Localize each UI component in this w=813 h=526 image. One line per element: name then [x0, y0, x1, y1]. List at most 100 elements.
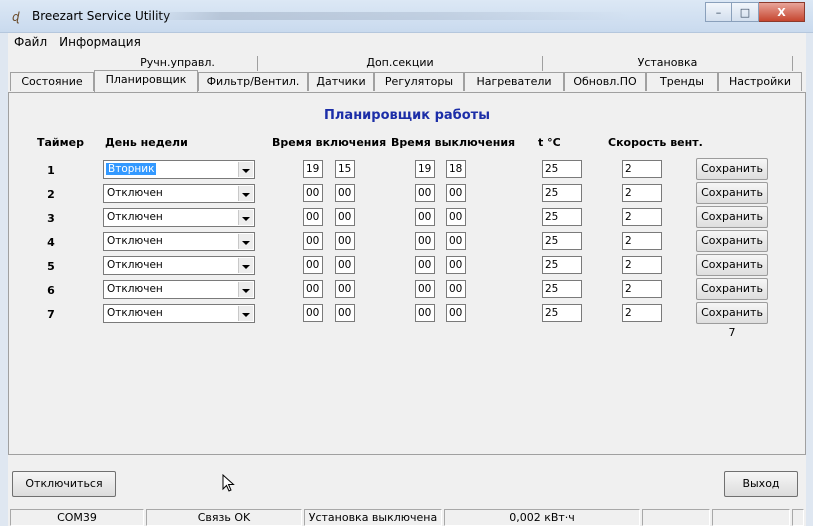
- tab-strip: Ручн.управл. Доп.секции Установка Состоя…: [8, 51, 806, 93]
- weekday-select[interactable]: Отключен: [103, 280, 255, 299]
- minimize-button[interactable]: –: [705, 2, 732, 22]
- off-hour-input[interactable]: 00: [415, 256, 435, 274]
- tab-heaters[interactable]: Нагреватели: [464, 72, 564, 91]
- temperature-input[interactable]: 25: [542, 160, 582, 178]
- chevron-down-icon[interactable]: [238, 234, 253, 249]
- off-minute-input[interactable]: 00: [446, 304, 466, 322]
- chevron-down-icon[interactable]: [238, 162, 253, 177]
- tab-status[interactable]: Состояние: [10, 72, 94, 91]
- blurred-title-area: [150, 12, 630, 20]
- tab-regulators[interactable]: Регуляторы: [374, 72, 464, 91]
- tab-trends[interactable]: Тренды: [646, 72, 718, 91]
- on-minute-input[interactable]: 15: [335, 160, 355, 178]
- off-hour-input[interactable]: 00: [415, 208, 435, 226]
- on-minute-input[interactable]: 00: [335, 304, 355, 322]
- on-minute-input[interactable]: 00: [335, 256, 355, 274]
- save-button[interactable]: Сохранить 1: [696, 158, 768, 195]
- on-minute-input[interactable]: 00: [335, 280, 355, 298]
- on-minute-input[interactable]: 00: [335, 232, 355, 250]
- fan-speed-input[interactable]: 2: [622, 208, 662, 226]
- off-hour-input[interactable]: 00: [415, 280, 435, 298]
- status-empty-2: [712, 509, 790, 526]
- off-minute-input[interactable]: 00: [446, 256, 466, 274]
- chevron-down-icon[interactable]: [238, 282, 253, 297]
- fan-speed-input[interactable]: 2: [622, 256, 662, 274]
- menu-file[interactable]: Файл: [8, 35, 53, 49]
- off-minute-input[interactable]: 00: [446, 280, 466, 298]
- weekday-value: Отключен: [107, 283, 163, 295]
- off-hour-input[interactable]: 00: [415, 304, 435, 322]
- tab-unit-settings[interactable]: Установка: [543, 56, 793, 71]
- timer-number: 7: [47, 308, 55, 321]
- off-minute-input[interactable]: 18: [446, 160, 466, 178]
- on-hour-input[interactable]: 00: [303, 256, 323, 274]
- fan-speed-input[interactable]: 2: [622, 280, 662, 298]
- fan-speed-input[interactable]: 2: [622, 160, 662, 178]
- status-energy: 0,002 кВт·ч: [444, 509, 640, 526]
- tab-filter-fan[interactable]: Фильтр/Вентил.: [198, 72, 308, 91]
- on-hour-input[interactable]: 00: [303, 280, 323, 298]
- weekday-value: Отключен: [107, 235, 163, 247]
- weekday-select[interactable]: Отключен: [103, 256, 255, 275]
- header-timer: Таймер: [37, 136, 84, 149]
- fan-speed-input[interactable]: 2: [622, 304, 662, 322]
- tab-extra-sections[interactable]: Доп.секции: [258, 56, 543, 71]
- save-button[interactable]: Сохранить 3: [696, 206, 768, 243]
- weekday-select[interactable]: Вторник: [103, 160, 255, 179]
- tab-settings[interactable]: Настройки: [718, 72, 802, 91]
- title-bar[interactable]: ɖ Breezart Service Utility – □ X: [0, 0, 813, 33]
- chevron-down-icon[interactable]: [238, 258, 253, 273]
- weekday-select[interactable]: Отключен: [103, 304, 255, 323]
- save-button[interactable]: Сохранить 6: [696, 278, 768, 315]
- header-temperature: t °C: [538, 136, 561, 149]
- tab-manual-control[interactable]: Ручн.управл.: [98, 56, 258, 71]
- save-button[interactable]: Сохранить 4: [696, 230, 768, 267]
- status-empty-1: [642, 509, 710, 526]
- temperature-input[interactable]: 25: [542, 256, 582, 274]
- on-minute-input[interactable]: 00: [335, 184, 355, 202]
- off-minute-input[interactable]: 00: [446, 184, 466, 202]
- off-minute-input[interactable]: 00: [446, 208, 466, 226]
- on-hour-input[interactable]: 00: [303, 232, 323, 250]
- tab-sensors[interactable]: Датчики: [308, 72, 374, 91]
- off-hour-input[interactable]: 00: [415, 232, 435, 250]
- temperature-input[interactable]: 25: [542, 304, 582, 322]
- save-button[interactable]: Сохранить 7: [696, 302, 768, 339]
- on-minute-input[interactable]: 00: [335, 208, 355, 226]
- bottom-button-bar: Отключиться Выход: [8, 455, 806, 507]
- weekday-select[interactable]: Отключен: [103, 184, 255, 203]
- exit-button[interactable]: Выход: [724, 471, 798, 497]
- fan-speed-input[interactable]: 2: [622, 184, 662, 202]
- window-controls: – □ X: [705, 2, 805, 22]
- maximize-button[interactable]: □: [732, 2, 759, 22]
- close-button[interactable]: X: [759, 2, 805, 22]
- window-frame-left: [0, 33, 8, 526]
- fan-speed-input[interactable]: 2: [622, 232, 662, 250]
- on-hour-input[interactable]: 00: [303, 304, 323, 322]
- status-unit: Установка выключена: [304, 509, 442, 526]
- off-hour-input[interactable]: 19: [415, 160, 435, 178]
- chevron-down-icon[interactable]: [238, 210, 253, 225]
- weekday-select[interactable]: Отключен: [103, 232, 255, 251]
- chevron-down-icon[interactable]: [238, 186, 253, 201]
- chevron-down-icon[interactable]: [238, 306, 253, 321]
- temperature-input[interactable]: 25: [542, 208, 582, 226]
- weekday-select[interactable]: Отключен: [103, 208, 255, 227]
- on-hour-input[interactable]: 00: [303, 208, 323, 226]
- off-hour-input[interactable]: 00: [415, 184, 435, 202]
- header-on-time: Время включения: [272, 136, 387, 149]
- tab-scheduler[interactable]: Планировщик: [94, 70, 198, 92]
- temperature-input[interactable]: 25: [542, 280, 582, 298]
- status-bar: COM39 Связь OK Установка выключена 0,002…: [8, 507, 806, 526]
- on-hour-input[interactable]: 00: [303, 184, 323, 202]
- disconnect-button[interactable]: Отключиться: [12, 471, 116, 497]
- save-button[interactable]: Сохранить 2: [696, 182, 768, 219]
- tab-firmware-update[interactable]: Обновл.ПО: [564, 72, 646, 91]
- status-port: COM39: [10, 509, 144, 526]
- temperature-input[interactable]: 25: [542, 232, 582, 250]
- off-minute-input[interactable]: 00: [446, 232, 466, 250]
- save-button[interactable]: Сохранить 5: [696, 254, 768, 291]
- on-hour-input[interactable]: 19: [303, 160, 323, 178]
- temperature-input[interactable]: 25: [542, 184, 582, 202]
- menu-info[interactable]: Информация: [53, 35, 147, 49]
